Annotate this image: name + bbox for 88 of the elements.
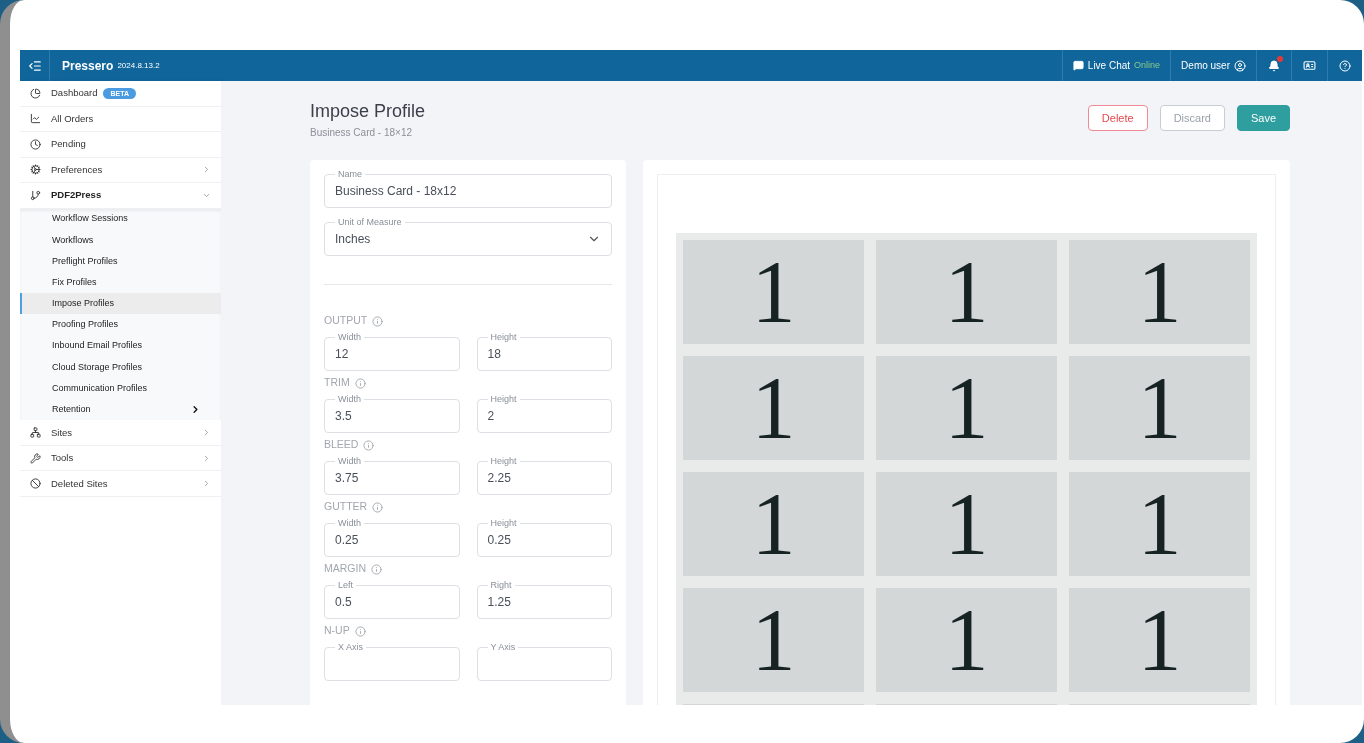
field-value: Inches <box>335 231 371 248</box>
field-value: 0.25 <box>487 532 511 549</box>
bell-icon <box>1268 59 1280 72</box>
imposed-card: 1 <box>876 588 1057 692</box>
field-label: Height <box>487 517 520 529</box>
submenu-item[interactable]: Proofing Profiles <box>20 314 221 336</box>
field-label: Width <box>335 393 364 405</box>
sidebar-item[interactable]: Tools <box>20 445 221 472</box>
action-button[interactable]: Delete <box>1087 105 1148 131</box>
info-icon <box>372 501 384 513</box>
menu-icon <box>27 58 42 73</box>
info-icon <box>354 625 366 637</box>
section-title: BLEED <box>324 437 359 453</box>
submenu-item[interactable]: Impose Profiles <box>20 293 221 315</box>
field-value: 3.5 <box>335 408 352 425</box>
field-label: Left <box>335 579 356 591</box>
info-icon <box>354 377 366 389</box>
field-label: Width <box>335 331 364 343</box>
chat-status: Online <box>1134 58 1161 72</box>
sidebar-item[interactable]: Pending <box>20 132 221 158</box>
wrench-icon <box>30 452 41 464</box>
submenu-item[interactable]: Communication Profiles <box>20 378 221 400</box>
sidebar-item[interactable]: Preferences <box>20 157 221 183</box>
imposed-card: 1 <box>1069 240 1250 344</box>
field-label: Y Axis <box>487 641 519 653</box>
info-icon <box>363 439 375 451</box>
section-title: GUTTER <box>324 499 368 515</box>
info-icon <box>371 563 382 575</box>
imposed-card: 1 <box>1069 356 1250 460</box>
field-label: Width <box>335 517 364 529</box>
field-value: 12 <box>335 346 349 363</box>
submenu-item[interactable]: Inbound Email Profiles <box>20 335 221 357</box>
field-value: 18 <box>487 346 501 363</box>
user-name: Demo user <box>1181 59 1230 73</box>
field-value: Business Card - 18x12 <box>335 183 457 200</box>
info-icon <box>372 315 384 327</box>
chat-bubble-icon <box>1072 60 1084 71</box>
version-text: 2024.8.13.2 <box>117 59 160 72</box>
branch-icon <box>30 189 41 201</box>
gears-icon <box>30 164 41 176</box>
app-name: Pressero <box>62 57 114 75</box>
imposed-card: 1 <box>683 240 864 344</box>
sidebar-item[interactable]: Deleted Sites <box>20 471 221 497</box>
field-value: 0.25 <box>335 532 359 549</box>
field-value: 3.75 <box>335 470 359 487</box>
field-label: Height <box>487 331 520 343</box>
field-label: Height <box>487 393 520 405</box>
page-title: Impose Profile <box>310 100 426 122</box>
field-value: 1.25 <box>487 594 511 611</box>
prohibited-icon <box>30 478 41 490</box>
imposed-card: 1 <box>683 472 864 576</box>
sidebar-item[interactable]: Sites <box>20 420 221 446</box>
help-icon <box>1339 59 1351 72</box>
section-title: N-UP <box>324 623 350 639</box>
submenu-item[interactable]: Fix Profiles <box>20 272 221 294</box>
field-label: Width <box>335 455 364 467</box>
field-label: Height <box>487 455 520 467</box>
submenu-item[interactable]: Workflow Sessions <box>20 208 221 230</box>
field-label: Name <box>335 168 365 180</box>
imposed-card: 1 <box>876 472 1057 576</box>
field-label: Unit of Measure <box>335 216 405 228</box>
user-circle-icon <box>1234 59 1246 72</box>
page-subtitle: Business Card - 18×12 <box>310 126 413 140</box>
id-card-icon <box>1303 59 1316 72</box>
field-label: X Axis <box>335 641 366 653</box>
clock-icon <box>30 138 41 150</box>
imposed-card: 1 <box>683 356 864 460</box>
imposed-card: 1 <box>1069 472 1250 576</box>
imposed-card: 1 <box>1069 588 1250 692</box>
imposed-card: 1 <box>876 356 1057 460</box>
live-chat-label: Live Chat <box>1087 59 1131 73</box>
line-chart-icon <box>30 113 41 125</box>
hierarchy-icon <box>30 427 41 439</box>
submenu-item[interactable]: Retention <box>20 399 221 421</box>
section-title: OUTPUT <box>324 313 368 329</box>
submenu-item[interactable]: Cloud Storage Profiles <box>20 356 221 378</box>
submenu-item[interactable]: Preflight Profiles <box>20 250 221 273</box>
field-value: 2 <box>487 408 495 425</box>
section-title: MARGIN <box>324 561 366 577</box>
imposed-card: 1 <box>683 588 864 692</box>
field-value: 2.25 <box>487 470 511 487</box>
field-label: Right <box>487 579 515 591</box>
pie-chart-icon <box>30 87 41 99</box>
section-title: TRIM <box>324 375 350 391</box>
submenu-item[interactable]: Workflows <box>20 229 221 251</box>
imposed-card: 1 <box>876 240 1057 344</box>
sidebar-item[interactable]: PDF2Press <box>20 183 221 209</box>
field-value: 0.5 <box>335 594 352 611</box>
